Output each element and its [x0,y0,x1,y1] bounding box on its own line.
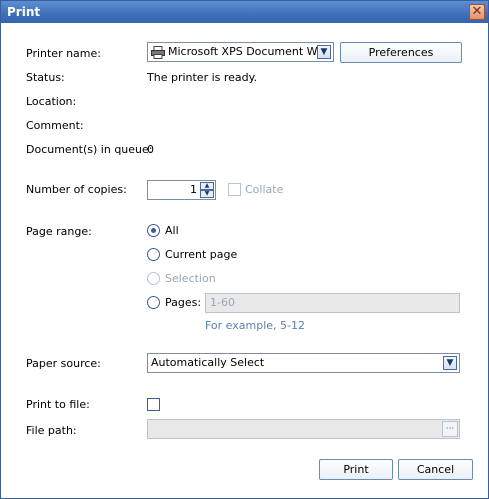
queue-label: Document(s) in queue: [26,143,153,156]
chevron-down-icon[interactable]: ▼ [317,45,331,59]
preferences-button[interactable]: Preferences [340,42,462,63]
file-path-label: File path: [26,424,77,437]
print-to-file-checkbox[interactable] [147,398,160,411]
close-icon[interactable]: ✕ [469,4,485,20]
copies-value: 1 [190,183,197,196]
radio-all[interactable] [147,224,160,237]
radio-current-page-label: Current page [165,248,238,261]
file-path-input[interactable]: ··· [147,419,460,439]
pages-example-hint: For example, 5-12 [205,319,305,332]
collate-label: Collate [245,183,284,196]
print-to-file-label: Print to file: [26,398,90,411]
printer-select-value: Microsoft XPS Document Wr... [168,45,318,58]
paper-source-value: Automatically Select [151,356,265,369]
copies-stepper[interactable]: 1 ▲ ▼ [147,180,216,200]
queue-value: 0 [147,143,154,156]
cancel-button[interactable]: Cancel [398,459,473,480]
radio-selection-label: Selection [165,272,216,285]
page-range-label: Page range: [26,225,92,238]
paper-source-select[interactable]: Automatically Select ▼ [147,353,460,373]
title-bar[interactable]: Print ✕ [1,1,488,23]
radio-current-page[interactable] [147,248,160,261]
pages-input[interactable]: 1-60 [205,293,460,313]
comment-label: Comment: [26,119,84,132]
radio-pages[interactable] [147,296,160,309]
radio-selection[interactable] [147,272,160,285]
window-title: Print [7,5,41,19]
collate-checkbox[interactable] [228,183,241,196]
printer-select[interactable]: Microsoft XPS Document Wr... ▼ [147,42,334,62]
status-label: Status: [26,71,65,84]
pages-input-value: 1-60 [210,296,235,309]
browse-button[interactable]: ··· [442,421,458,437]
status-value: The printer is ready. [147,71,258,84]
radio-pages-label: Pages: [165,296,202,309]
stepper-down-icon[interactable]: ▼ [200,190,214,198]
printer-icon [151,46,165,59]
stepper-up-icon[interactable]: ▲ [200,182,214,190]
printer-name-label: Printer name: [26,47,101,60]
print-dialog: Print ✕ Printer name: Microsoft XPS Docu… [0,0,489,499]
print-button[interactable]: Print [319,459,393,480]
paper-source-label: Paper source: [26,357,101,370]
radio-all-label: All [165,224,179,237]
copies-label: Number of copies: [26,183,127,196]
chevron-down-icon[interactable]: ▼ [443,356,457,370]
location-label: Location: [26,95,77,108]
